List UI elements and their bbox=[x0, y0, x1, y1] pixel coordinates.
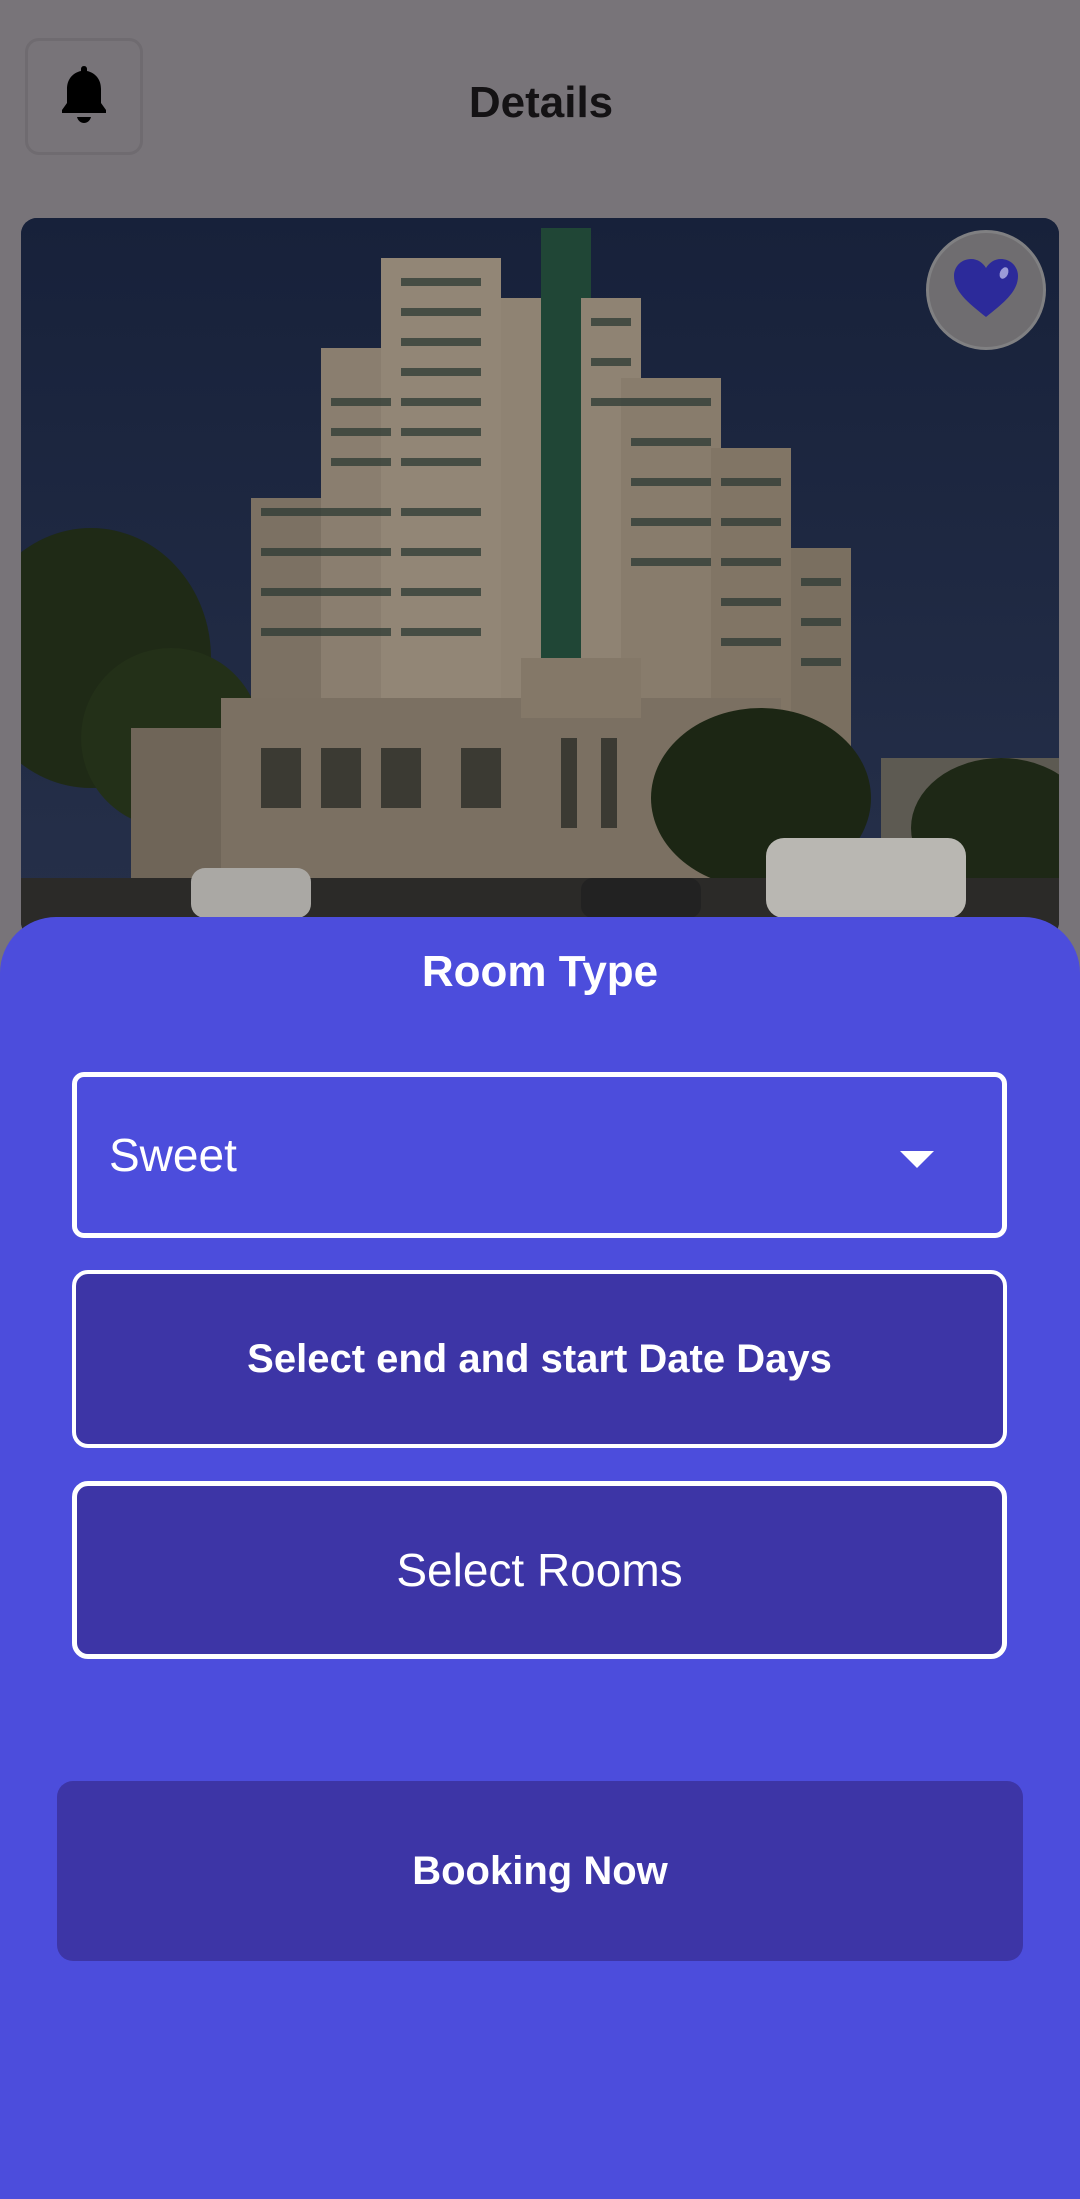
booking-now-button[interactable]: Booking Now bbox=[57, 1781, 1023, 1961]
select-rooms-label: Select Rooms bbox=[396, 1544, 683, 1596]
select-date-button[interactable]: Select end and start Date Days bbox=[72, 1270, 1007, 1448]
heart-icon bbox=[951, 257, 1021, 324]
room-type-dropdown[interactable]: Sweet bbox=[72, 1072, 1007, 1238]
select-rooms-button[interactable]: Select Rooms bbox=[72, 1481, 1007, 1659]
booking-now-label: Booking Now bbox=[412, 1848, 668, 1893]
select-date-label: Select end and start Date Days bbox=[247, 1336, 832, 1381]
page-title: Details bbox=[468, 78, 614, 127]
room-type-value: Sweet bbox=[109, 1129, 237, 1181]
hotel-image bbox=[21, 218, 1059, 938]
favorite-button[interactable] bbox=[926, 230, 1046, 350]
chevron-down-icon bbox=[900, 1151, 934, 1168]
room-type-title: Room Type bbox=[421, 947, 659, 996]
